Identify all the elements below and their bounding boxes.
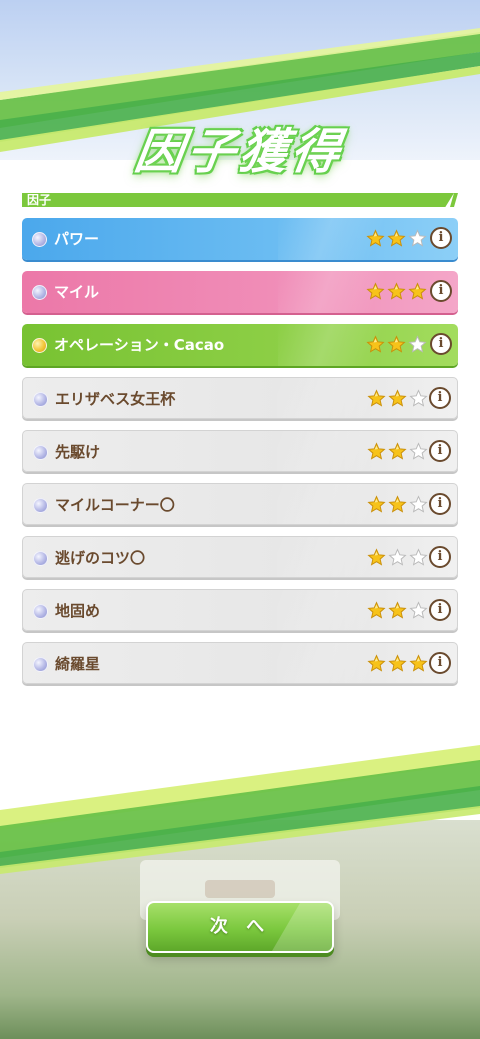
star-filled-icon — [388, 601, 407, 621]
factor-gem-icon — [33, 445, 48, 460]
star-filled-icon — [367, 442, 386, 462]
factor-gem-icon — [33, 657, 48, 672]
info-icon[interactable]: i — [429, 599, 451, 621]
section-header-bar — [22, 193, 454, 207]
star-rating — [367, 442, 428, 462]
factor-gem-icon — [33, 551, 48, 566]
factor-gem-icon — [32, 232, 47, 247]
blurred-dialog-button — [205, 880, 275, 898]
factor-gem-icon — [32, 338, 47, 353]
factor-name: 先駆け — [55, 443, 101, 461]
info-icon[interactable]: i — [429, 546, 451, 568]
info-icon[interactable]: i — [429, 387, 451, 409]
factor-row[interactable]: 逃げのコツ〇 i — [22, 536, 458, 578]
next-button-label: 次 へ — [209, 916, 271, 937]
star-rating — [367, 495, 428, 515]
star-rating — [366, 335, 427, 355]
star-rating — [366, 229, 427, 249]
section-label: 因子 — [27, 193, 52, 207]
star-empty-icon — [409, 548, 428, 568]
star-filled-icon — [387, 282, 406, 302]
info-icon[interactable]: i — [429, 652, 451, 674]
next-button[interactable]: 次 へ — [146, 901, 334, 953]
star-filled-icon — [388, 389, 407, 409]
info-icon[interactable]: i — [430, 333, 452, 355]
star-rating — [367, 389, 428, 409]
star-filled-icon — [367, 654, 386, 674]
star-filled-icon — [388, 654, 407, 674]
star-rating — [367, 601, 428, 621]
star-filled-icon — [366, 282, 385, 302]
factor-gem-icon — [33, 498, 48, 513]
factor-name: パワー — [54, 230, 100, 248]
star-filled-icon — [367, 389, 386, 409]
factor-row[interactable]: パワー i — [22, 218, 458, 260]
factor-row[interactable]: エリザベス女王杯 i — [22, 377, 458, 419]
factor-row[interactable]: 地固め i — [22, 589, 458, 631]
star-filled-icon — [367, 495, 386, 515]
factor-row[interactable]: マイルコーナー〇 i — [22, 483, 458, 525]
star-filled-icon — [387, 335, 406, 355]
info-icon[interactable]: i — [430, 227, 452, 249]
star-filled-icon — [387, 229, 406, 249]
star-empty-icon — [409, 389, 428, 409]
star-filled-icon — [367, 548, 386, 568]
star-empty-icon — [409, 601, 428, 621]
factor-row[interactable]: オペレーション・Cacao i — [22, 324, 458, 366]
factor-gem-icon — [32, 285, 47, 300]
star-filled-icon — [367, 601, 386, 621]
factor-gem-icon — [33, 604, 48, 619]
star-empty-icon — [409, 442, 428, 462]
star-filled-icon — [366, 335, 385, 355]
star-filled-icon — [408, 282, 427, 302]
star-filled-icon — [409, 654, 428, 674]
factor-gem-icon — [33, 392, 48, 407]
star-empty-icon — [409, 495, 428, 515]
factor-row[interactable]: 先駆け i — [22, 430, 458, 472]
star-empty-icon — [388, 548, 407, 568]
page-title: 因子獲得 — [131, 124, 348, 180]
factor-name: マイルコーナー〇 — [55, 496, 175, 514]
factor-name: エリザベス女王杯 — [55, 390, 176, 408]
star-filled-icon — [388, 495, 407, 515]
factor-name: 逃げのコツ〇 — [55, 549, 146, 567]
factor-name: マイル — [54, 283, 100, 301]
star-rating — [367, 654, 428, 674]
star-filled-icon — [366, 229, 385, 249]
factor-row[interactable]: マイル i — [22, 271, 458, 313]
star-rating — [367, 548, 428, 568]
star-rating — [366, 282, 427, 302]
info-icon[interactable]: i — [429, 493, 451, 515]
star-filled-icon — [388, 442, 407, 462]
factor-name: 地固め — [55, 602, 101, 620]
info-icon[interactable]: i — [430, 280, 452, 302]
factor-name: オペレーション・Cacao — [54, 336, 225, 354]
star-empty-icon — [408, 335, 427, 355]
factor-row[interactable]: 綺羅星 i — [22, 642, 458, 684]
factor-name: 綺羅星 — [55, 655, 101, 673]
star-empty-icon — [408, 229, 427, 249]
info-icon[interactable]: i — [429, 440, 451, 462]
